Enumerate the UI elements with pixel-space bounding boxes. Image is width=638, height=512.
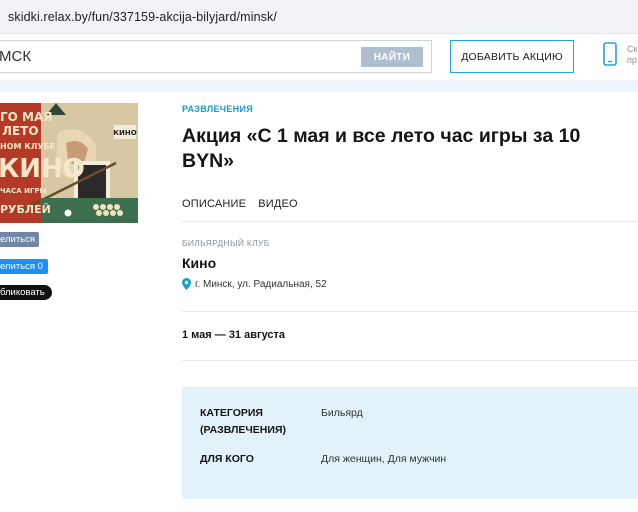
browser-address-bar[interactable]: skidki.relax.by/fun/337159-akcija-bilyja… [0,0,638,34]
venue-type: БИЛЬЯРДНЫЙ КЛУБ [182,238,270,248]
site-header: НАЙТИ ДОБАВИТЬ АКЦИЮ Ск пр [0,34,638,80]
content-top-strip [0,80,638,92]
location-pin-icon [182,278,191,290]
header-side-text[interactable]: Ск пр [627,44,638,66]
promo-tabs: ОПИСАНИЕ ВИДЕО [182,198,310,210]
poster-illustration: КИНО ГО МАЯ ЛЕТО НОМ КЛУБЕ КИНО ЧАСА ИГР… [0,103,138,223]
like-button-label: елиться [0,261,36,272]
promo-info-box: КАТЕГОРИЯ (РАЗВЛЕЧЕНИЯ) Бильярд ДЛЯ КОГО… [182,387,638,499]
info-label-audience: ДЛЯ КОГО [200,453,254,465]
like-count: 0 [37,261,43,272]
tab-description[interactable]: ОПИСАНИЕ [182,198,246,210]
venue-name-link[interactable]: Кино [182,255,216,271]
poster-text-5: ЧАСА ИГРЫ [0,187,47,195]
divider [182,311,638,312]
url-text[interactable]: skidki.relax.by/fun/337159-akcija-bilyja… [8,10,277,24]
add-promo-button[interactable]: ДОБАВИТЬ АКЦИЮ [450,40,574,73]
divider [182,221,638,222]
info-label-category: КАТЕГОРИЯ (РАЗВЛЕЧЕНИЯ) [200,407,286,436]
venue-address[interactable]: г. Минск, ул. Радиальная, 52 [182,278,327,290]
promo-poster-image[interactable]: КИНО ГО МАЯ ЛЕТО НОМ КЛУБЕ КИНО ЧАСА ИГР… [0,103,138,223]
info-value-audience[interactable]: Для женщин, Для мужчин [321,451,446,468]
poster-text-6: РУБЛЕЙ [0,203,51,216]
poster-text-1: ГО МАЯ [0,110,53,124]
page-title: Акция «С 1 мая и все лето час игры за 10… [182,125,581,172]
search-button[interactable]: НАЙТИ [361,47,423,67]
address-text: г. Минск, ул. Радиальная, 52 [195,278,327,290]
category-link[interactable]: РАЗВЛЕЧЕНИЯ [182,104,253,114]
divider [182,360,638,361]
share-button[interactable]: елиться [0,232,40,247]
search-input[interactable] [0,41,349,72]
poster-text-3: НОМ КЛУБЕ [0,142,55,151]
tab-video[interactable]: ВИДЕО [258,198,298,210]
share-button-label: елиться [0,234,36,245]
poster-text-2: ЛЕТО [2,124,39,138]
publish-button-label: бликовать [0,287,45,298]
poster-small-label: КИНО [113,129,136,137]
publish-button[interactable]: бликовать [0,285,52,300]
promo-dates: 1 мая — 31 августа [182,329,286,341]
search-box[interactable]: НАЙТИ [0,40,432,73]
info-value-category[interactable]: Бильярд [321,405,363,422]
poster-text-4: КИНО [0,154,85,184]
mobile-phone-icon[interactable] [601,42,619,68]
like-button[interactable]: елиться 0 [0,259,48,274]
